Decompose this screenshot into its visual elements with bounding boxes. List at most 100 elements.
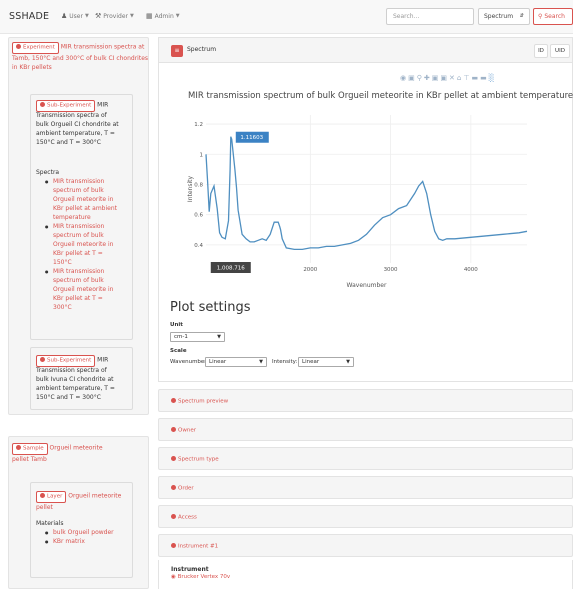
spectra-heading: Spectra <box>36 169 60 176</box>
section-access[interactable]: Access <box>158 505 573 528</box>
hover-y-label: 1.11603 <box>240 135 263 141</box>
spectrum-link-item[interactable]: MIR transmissionspectrum of bulkOrgueil … <box>45 222 131 267</box>
provider-menu[interactable]: ⚒ Provider ▼ <box>95 12 134 20</box>
section-title: Instrument #1 <box>178 543 219 550</box>
section-title: Spectrum preview <box>178 398 229 405</box>
intensity-scale-label: Intensity: <box>272 359 298 365</box>
sub-experiment-tag[interactable]: Sub-Experiment <box>36 355 96 367</box>
plot-settings-heading: Plot settings <box>170 300 251 315</box>
sample-title[interactable]: Orgueil meteorite <box>50 445 103 452</box>
search-input[interactable]: Search... <box>386 8 474 25</box>
uid-button[interactable]: UID <box>550 44 570 58</box>
material-link-item[interactable]: KBr matrix <box>45 537 131 546</box>
section-owner[interactable]: Owner <box>158 418 573 441</box>
sub-experiment-tag-label: Sub-Experiment <box>47 102 92 109</box>
spectrum-icon: ≡ <box>171 45 183 57</box>
chevron-down-icon: ▼ <box>217 334 221 340</box>
sample-title-line2[interactable]: pellet Tamb <box>12 455 148 464</box>
layer-tag[interactable]: Layer <box>36 491 67 503</box>
x-tick-label: 4000 <box>464 267 478 273</box>
y-tick-label: 1.2 <box>194 122 203 128</box>
materials-heading: Materials <box>36 520 64 527</box>
wrench-icon: ⚒ <box>95 12 102 20</box>
unit-select[interactable]: cm-1 ▼ <box>170 332 225 342</box>
spectrum-line[interactable] <box>205 136 528 251</box>
zoom-out-icon[interactable]: ▣ <box>440 74 449 82</box>
sub-experiment-tag[interactable]: Sub-Experiment <box>36 100 96 112</box>
circle-arrow-icon <box>171 514 176 519</box>
circle-arrow-icon <box>40 493 45 498</box>
section-title: Order <box>178 485 194 492</box>
layer-title[interactable]: Orgueil meteorite <box>68 493 121 500</box>
autoscale-icon[interactable]: ✕ <box>449 74 457 82</box>
spectrum-link-item[interactable]: MIR transmissionspectrum of bulkOrgueil … <box>45 177 131 222</box>
circle-arrow-icon <box>171 543 176 548</box>
instrument-link[interactable]: ◉ Brucker Vertex 70v <box>171 574 230 580</box>
user-icon: ♟ <box>61 12 68 20</box>
sub-experiment-card: Sub-Experiment MIR Transmission spectra … <box>30 94 133 340</box>
camera-icon[interactable]: ◉ <box>400 74 408 82</box>
id-button[interactable]: ID <box>534 44 548 58</box>
plot-modebar: ◉▣⚲✚▣▣✕⌂⊤▬▬░ <box>400 74 496 82</box>
instrument-name: Brucker Vertex 70v <box>177 574 231 580</box>
search-type-select[interactable]: Spectrum ⇵ <box>478 8 530 25</box>
experiment-tag-label: Experiment <box>23 44 55 51</box>
circle-arrow-icon <box>171 398 176 403</box>
section-label: Access <box>171 514 197 521</box>
wavenumber-scale-select[interactable]: Linear ▼ <box>205 357 267 367</box>
sub-experiment-card: Sub-Experiment MIR Transmission spectra … <box>30 347 133 410</box>
section-label: Spectrum preview <box>171 398 228 405</box>
spectrum-panel-header: ≡ Spectrum ID UID <box>159 38 572 63</box>
section-order[interactable]: Order <box>158 476 573 499</box>
sample-tag[interactable]: Sample <box>12 443 48 455</box>
brand-logo[interactable]: SSHADE <box>9 11 49 22</box>
section-spectrum-type[interactable]: Spectrum type <box>158 447 573 470</box>
section-spectrum-preview[interactable]: Spectrum preview <box>158 389 573 412</box>
section-label: Instrument #1 <box>171 543 218 550</box>
spectrum-panel-title: Spectrum <box>187 46 217 53</box>
experiment-header: Experiment MIR transmission spectra at T… <box>12 42 148 72</box>
sub-experiment-title-start: MIR <box>97 101 109 109</box>
admin-menu[interactable]: ▦ Admin ▼ <box>146 12 180 20</box>
circle-arrow-icon <box>16 44 21 49</box>
sub-experiment-description: Transmission spectra of bulk Orgueil CI … <box>36 111 134 147</box>
intensity-scale-value: Linear <box>302 359 320 365</box>
sub-experiment-title-start: MIR <box>97 356 109 364</box>
spectrum-link-item[interactable]: MIR transmissionspectrum of bulkOrgueil … <box>45 267 131 312</box>
unit-label: Unit <box>170 322 183 328</box>
sample-tag-label: Sample <box>23 445 44 452</box>
x-tick-label: 3000 <box>384 267 398 273</box>
intensity-scale-select[interactable]: Linear ▼ <box>298 357 354 367</box>
material-link-item[interactable]: bulk Orgueil powder <box>45 528 131 537</box>
spectrum-chart[interactable]: 0.4 0.6 0.8 1 1.2 2000 3000 4000 1.11603 1,008.… <box>158 105 573 295</box>
chevron-down-icon: ▼ <box>175 13 180 19</box>
sample-header: Sample Orgueil meteorite pellet Tamb <box>12 443 148 464</box>
search-button-label: Search <box>544 13 565 20</box>
grid-icon: ▦ <box>146 12 153 20</box>
hover-icon[interactable]: ▬ <box>480 74 489 82</box>
compare-icon[interactable]: ▬ <box>471 74 480 82</box>
plotly-logo-icon[interactable]: ░ <box>489 74 496 82</box>
wavenumber-scale-label: Wavenumber: <box>170 359 209 365</box>
section-instrument-1[interactable]: Instrument #1 <box>158 534 573 557</box>
layer-tag-label: Layer <box>47 493 63 500</box>
top-navbar: SSHADE ♟ User ▼ ⚒ Provider ▼ ▦ Admin ▼ S… <box>0 0 573 34</box>
user-menu[interactable]: ♟ User ▼ <box>61 12 89 20</box>
unit-value: cm-1 <box>174 334 188 340</box>
chart-title: MIR transmission spectrum of bulk Orguei… <box>188 91 573 101</box>
sub-experiment-header: Sub-Experiment MIR <box>36 355 132 367</box>
y-tick-label: 0.4 <box>194 243 203 249</box>
section-title: Owner <box>178 427 196 434</box>
y-tick-label: 0.6 <box>194 213 203 219</box>
layer-title-line2[interactable]: pellet <box>36 503 132 512</box>
experiment-tag[interactable]: Experiment <box>12 42 59 54</box>
instrument-panel-body: Instrument ◉ Brucker Vertex 70v <box>158 560 573 589</box>
eye-icon: ◉ <box>171 574 176 580</box>
desc-line: ambient temperature, T = <box>36 130 115 137</box>
y-tick-label: 1 <box>200 152 204 158</box>
pan-icon[interactable]: ✚ <box>424 74 432 82</box>
search-button[interactable]: ⚲ Search <box>533 8 573 25</box>
save-icon[interactable]: ▣ <box>408 74 417 82</box>
zoom-icon[interactable]: ⚲ <box>417 74 424 82</box>
desc-line: 150°C and T = 300°C <box>36 139 101 146</box>
